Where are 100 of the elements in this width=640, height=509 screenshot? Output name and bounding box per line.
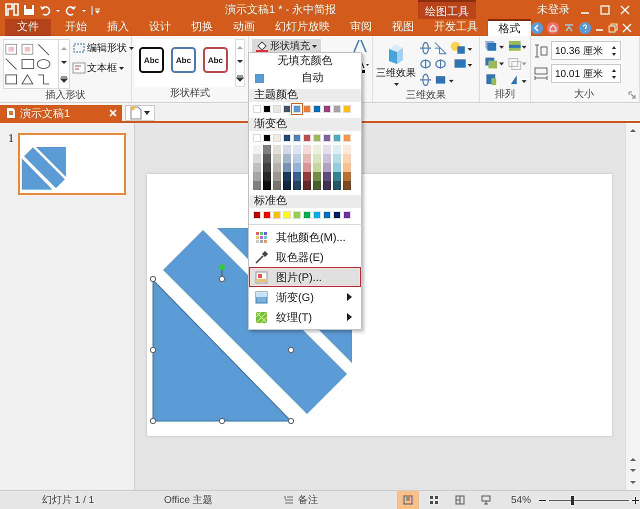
- menu-item[interactable]: 其他颜色(M)...: [249, 227, 361, 247]
- resize-handle[interactable]: [150, 346, 156, 354]
- shape-gallery[interactable]: [3, 39, 70, 89]
- ribbon-tab[interactable]: 插入: [97, 19, 139, 36]
- restore-icon[interactable]: [608, 22, 618, 32]
- color-swatch[interactable]: [263, 134, 271, 142]
- ribbon-tab[interactable]: 设计: [139, 19, 181, 36]
- width-field[interactable]: 10.01 厘米: [551, 64, 621, 83]
- color-swatch[interactable]: [303, 134, 311, 142]
- shade-swatches[interactable]: [283, 145, 291, 190]
- menu-item[interactable]: 取色器(E): [249, 247, 361, 267]
- color-swatch[interactable]: [333, 134, 341, 142]
- height-field[interactable]: 10.36 厘米: [551, 41, 621, 60]
- view-button[interactable]: [397, 491, 419, 509]
- color-swatch[interactable]: [343, 105, 351, 113]
- color-swatch[interactable]: [293, 105, 301, 113]
- color-swatch[interactable]: [273, 211, 281, 219]
- redo-icon[interactable]: [65, 4, 77, 16]
- edit-shape-button[interactable]: 编辑形状: [72, 41, 135, 55]
- back-icon[interactable]: [531, 22, 543, 34]
- automatic-color-item[interactable]: 自动: [249, 70, 361, 87]
- style-swatch[interactable]: Abc: [170, 47, 196, 73]
- notes-button[interactable]: 备注: [284, 493, 397, 507]
- customize-icon[interactable]: [91, 4, 101, 16]
- color-swatch[interactable]: [333, 211, 341, 219]
- ribbon-tab[interactable]: 视图: [382, 19, 424, 36]
- gallery-scrollbar[interactable]: [58, 40, 69, 88]
- shade-swatches[interactable]: [263, 145, 271, 190]
- vertical-scrollbar[interactable]: [625, 123, 640, 490]
- color-swatch[interactable]: [253, 105, 261, 113]
- color-swatch[interactable]: [273, 105, 281, 113]
- ribbon-tab[interactable]: 开始: [55, 19, 97, 36]
- undo-icon[interactable]: [39, 4, 51, 16]
- close-icon[interactable]: [109, 109, 117, 117]
- dialog-launcher-icon[interactable]: [628, 91, 636, 99]
- menu-item[interactable]: 图片(P)...: [249, 267, 361, 287]
- rotation-handle[interactable]: [219, 264, 225, 270]
- save-icon[interactable]: [23, 4, 35, 16]
- gallery-scrollbar[interactable]: [234, 39, 246, 87]
- scroll-up-icon[interactable]: [60, 44, 68, 51]
- shape-fill-button[interactable]: 形状填充: [252, 39, 321, 53]
- ribbon-tab[interactable]: 切换: [181, 19, 223, 36]
- color-swatch[interactable]: [253, 211, 261, 219]
- spinner-icon[interactable]: [611, 44, 617, 56]
- color-swatch[interactable]: [333, 105, 341, 113]
- arrange-tools-drawing[interactable]: [483, 39, 527, 88]
- color-swatch[interactable]: [293, 211, 301, 219]
- maximize-icon[interactable]: [600, 4, 610, 14]
- shade-swatches[interactable]: [303, 145, 311, 190]
- home-icon[interactable]: [547, 22, 559, 34]
- scroll-down-icon[interactable]: [236, 58, 244, 65]
- shade-swatches[interactable]: [313, 145, 321, 190]
- document-tab[interactable]: 演示文稿1: [0, 105, 122, 121]
- close-icon[interactable]: [622, 22, 632, 32]
- account-link[interactable]: 未登录: [537, 2, 570, 17]
- color-swatch[interactable]: [303, 105, 311, 113]
- resize-handle[interactable]: [218, 418, 226, 424]
- ribbon-tab[interactable]: 开发工具: [424, 19, 488, 36]
- zoom-level[interactable]: 54%: [511, 494, 539, 506]
- help-icon[interactable]: [579, 22, 591, 34]
- color-swatch[interactable]: [283, 211, 291, 219]
- resize-handle[interactable]: [150, 418, 156, 424]
- color-swatch[interactable]: [313, 105, 321, 113]
- slide-thumbnail[interactable]: [18, 133, 126, 195]
- color-swatch[interactable]: [293, 134, 301, 142]
- shade-swatches[interactable]: [273, 145, 281, 190]
- collapse-icon[interactable]: [563, 22, 575, 34]
- text-box-button[interactable]: 文本框: [72, 61, 135, 75]
- color-swatch[interactable]: [343, 134, 351, 142]
- menu-item[interactable]: 渐变(G): [249, 287, 361, 307]
- ribbon-tab[interactable]: 审阅: [340, 19, 382, 36]
- resize-handle[interactable]: [288, 418, 294, 424]
- color-swatch[interactable]: [303, 211, 311, 219]
- zoom-in-icon[interactable]: [632, 496, 639, 504]
- style-swatch[interactable]: Abc: [139, 47, 164, 73]
- color-swatch[interactable]: [313, 134, 321, 142]
- resize-handle[interactable]: [218, 276, 226, 282]
- new-document-button[interactable]: [125, 105, 155, 121]
- color-swatch[interactable]: [323, 134, 331, 142]
- scroll-down-icon[interactable]: [60, 60, 68, 66]
- scroll-up-icon[interactable]: [629, 456, 637, 462]
- shade-swatches[interactable]: [343, 145, 351, 190]
- color-swatch[interactable]: [253, 134, 261, 142]
- style-swatch[interactable]: Abc: [202, 47, 228, 73]
- shade-swatches[interactable]: [333, 145, 341, 190]
- resize-handle[interactable]: [288, 346, 294, 354]
- color-swatch[interactable]: [273, 134, 281, 142]
- 3d-effects-button[interactable]: 三维效果: [376, 39, 416, 87]
- scroll-up-icon[interactable]: [629, 127, 637, 133]
- shade-swatches[interactable]: [293, 145, 301, 190]
- no-fill-item[interactable]: 无填充颜色: [249, 53, 361, 70]
- color-swatch[interactable]: [263, 211, 271, 219]
- more-icon[interactable]: [236, 74, 244, 82]
- close-icon[interactable]: [620, 4, 630, 14]
- shade-swatches[interactable]: [253, 145, 261, 190]
- color-swatch[interactable]: [283, 134, 291, 142]
- scroll-up-icon[interactable]: [236, 44, 244, 50]
- ribbon-tab[interactable]: 格式: [488, 19, 531, 36]
- shade-swatches[interactable]: [323, 145, 331, 190]
- menu-item[interactable]: 纹理(T): [249, 307, 361, 327]
